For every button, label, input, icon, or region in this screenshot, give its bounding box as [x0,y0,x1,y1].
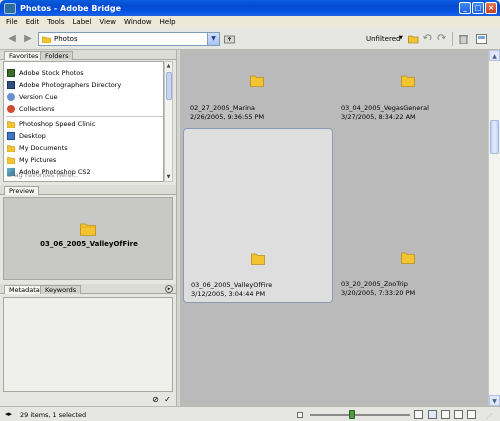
list-item[interactable]: Photoshop Speed Clinic [7,118,95,129]
thumbnail-date: 3/12/2005, 3:04:44 PM [191,290,266,298]
folder-icon [42,36,51,43]
title-bar: Photos - Adobe Bridge _ □ × [0,0,500,16]
tab-folders[interactable]: Folders [40,51,74,60]
menu-file[interactable]: File [2,18,22,26]
apply-check-icon[interactable]: ✓ [163,395,172,404]
new-folder-icon[interactable] [408,34,419,44]
preview-tabbar: Preview [0,185,176,195]
chevron-down-icon[interactable]: ▼ [207,33,219,45]
menu-label[interactable]: Label [69,18,96,26]
stock-photos-icon [7,68,15,77]
scroll-up-icon[interactable]: ▲ [165,62,172,70]
scroll-thumb[interactable] [166,72,172,100]
forward-arrow-icon[interactable]: ▶ [22,33,34,45]
scroll-thumb[interactable] [490,120,499,154]
version-cue-icon [7,92,15,101]
favorites-list: Adobe Stock Photos Adobe Photographers D… [3,61,164,182]
menu-help[interactable]: Help [156,18,180,26]
scroll-down-icon[interactable]: ▼ [165,173,172,181]
panel-menu-icon[interactable]: ▸ [165,285,173,293]
toggle-panels-icon[interactable]: ◂▸ [5,410,12,418]
status-bar: ◂▸ 29 items, 1 selected ⋰ [0,406,500,421]
preview-pane: 03_06_2005_ValleyOfFire [3,197,173,280]
cancel-icon[interactable]: ⊘ [151,395,160,404]
menu-window[interactable]: Window [120,18,156,26]
menu-edit[interactable]: Edit [22,18,44,26]
thumbnail-size-slider[interactable] [310,410,410,419]
filter-chevron-icon[interactable]: ▼ [399,35,403,41]
slider-knob[interactable] [349,410,355,419]
list-item[interactable]: Collections [7,103,55,114]
thumbnail-title: 03_04_2005_VegasGeneral [341,104,429,112]
thumbnail-date: 3/20/2005, 7:33:20 PM [341,289,416,297]
list-item[interactable]: Adobe Stock Photos [7,67,84,78]
thumbnails-view-icon[interactable] [428,410,437,419]
favorites-tabbar: Favorites Folders [0,50,176,60]
metadata-footer: ⊘ ✓ [0,393,176,406]
rotate-left-icon[interactable] [422,34,433,44]
compact-mode-icon[interactable] [476,34,487,44]
scroll-down-icon[interactable]: ▼ [489,395,500,406]
folder-icon [251,253,265,265]
list-item[interactable]: My Pictures [7,154,56,165]
list-item[interactable]: Version Cue [7,91,58,102]
scroll-up-icon[interactable]: ▲ [489,50,500,61]
thumbnail-cell-selected[interactable]: 03_06_2005_ValleyOfFire 3/12/2005, 3:04:… [183,128,333,303]
folder-icon [7,156,15,164]
window-title: Photos - Adobe Bridge [20,3,122,13]
collections-icon [7,104,15,113]
folder-icon [401,252,415,264]
drag-favorites-hint: Drag Favorites Here... [7,171,78,179]
desktop-icon [7,131,15,140]
preview-filename: 03_06_2005_ValleyOfFire [40,240,138,248]
menu-bar: File Edit Tools Label View Window Help [0,16,500,28]
folder-icon [80,223,96,236]
thumbnail-date: 3/27/2005, 8:34:22 AM [341,113,416,121]
folder-icon [7,120,15,128]
list-item[interactable]: Desktop [7,130,46,141]
details-view-icon[interactable] [454,410,463,419]
metadata-tabbar: Metadata Keywords ▸ [0,284,176,294]
small-thumb-icon[interactable] [297,412,303,418]
thumbnail-title: 03_06_2005_ValleyOfFire [191,281,273,289]
tab-favorites[interactable]: Favorites [4,51,44,60]
folder-icon [250,75,264,87]
favorites-scrollbar[interactable]: ▲ ▼ [164,61,173,182]
filter-label[interactable]: Unfiltered [366,35,400,43]
menu-view[interactable]: View [95,18,120,26]
versions-view-icon[interactable] [467,410,476,419]
content-scrollbar[interactable]: ▲ ▼ [488,50,500,406]
status-text: 29 items, 1 selected [20,411,87,419]
thumbnail-title: 03_20_2005_ZooTrip [341,280,408,288]
photographers-icon [7,80,15,89]
tab-metadata[interactable]: Metadata [4,285,45,294]
list-item[interactable]: My Documents [7,142,68,153]
trash-icon[interactable] [458,34,469,44]
maximize-button[interactable]: □ [472,2,484,14]
metadata-pane [3,297,173,392]
back-arrow-icon[interactable]: ◀ [6,33,18,45]
large-thumb-icon[interactable] [414,410,423,419]
folder-icon [401,75,415,87]
toolbar: ◀ ▶ Photos ▼ Unfiltered ▼ [0,28,500,50]
thumbnail-cell[interactable]: 03_20_2005_ZooTrip 3/20/2005, 7:33:20 PM [334,128,484,303]
close-button[interactable]: × [485,2,497,14]
list-item[interactable]: Adobe Photographers Directory [7,79,121,90]
resize-grip-icon[interactable]: ⋰ [486,413,492,420]
thumbnail-title: 02_27_2005_Marina [190,104,256,112]
filmstrip-view-icon[interactable] [441,410,450,419]
path-label: Photos [54,35,78,43]
go-up-folder-icon[interactable] [224,34,235,44]
path-dropdown[interactable]: Photos ▼ [38,32,220,46]
bridge-app-icon [4,2,16,14]
thumbnail-date: 2/26/2005, 9:36:55 PM [190,113,265,121]
tab-preview[interactable]: Preview [4,186,40,195]
folder-icon [7,144,15,152]
menu-tools[interactable]: Tools [43,18,68,26]
minimize-button[interactable]: _ [459,2,471,14]
tab-keywords[interactable]: Keywords [40,285,82,294]
content-grid: 02_27_2005_Marina 2/26/2005, 9:36:55 PM … [180,50,488,406]
rotate-right-icon[interactable] [436,34,447,44]
